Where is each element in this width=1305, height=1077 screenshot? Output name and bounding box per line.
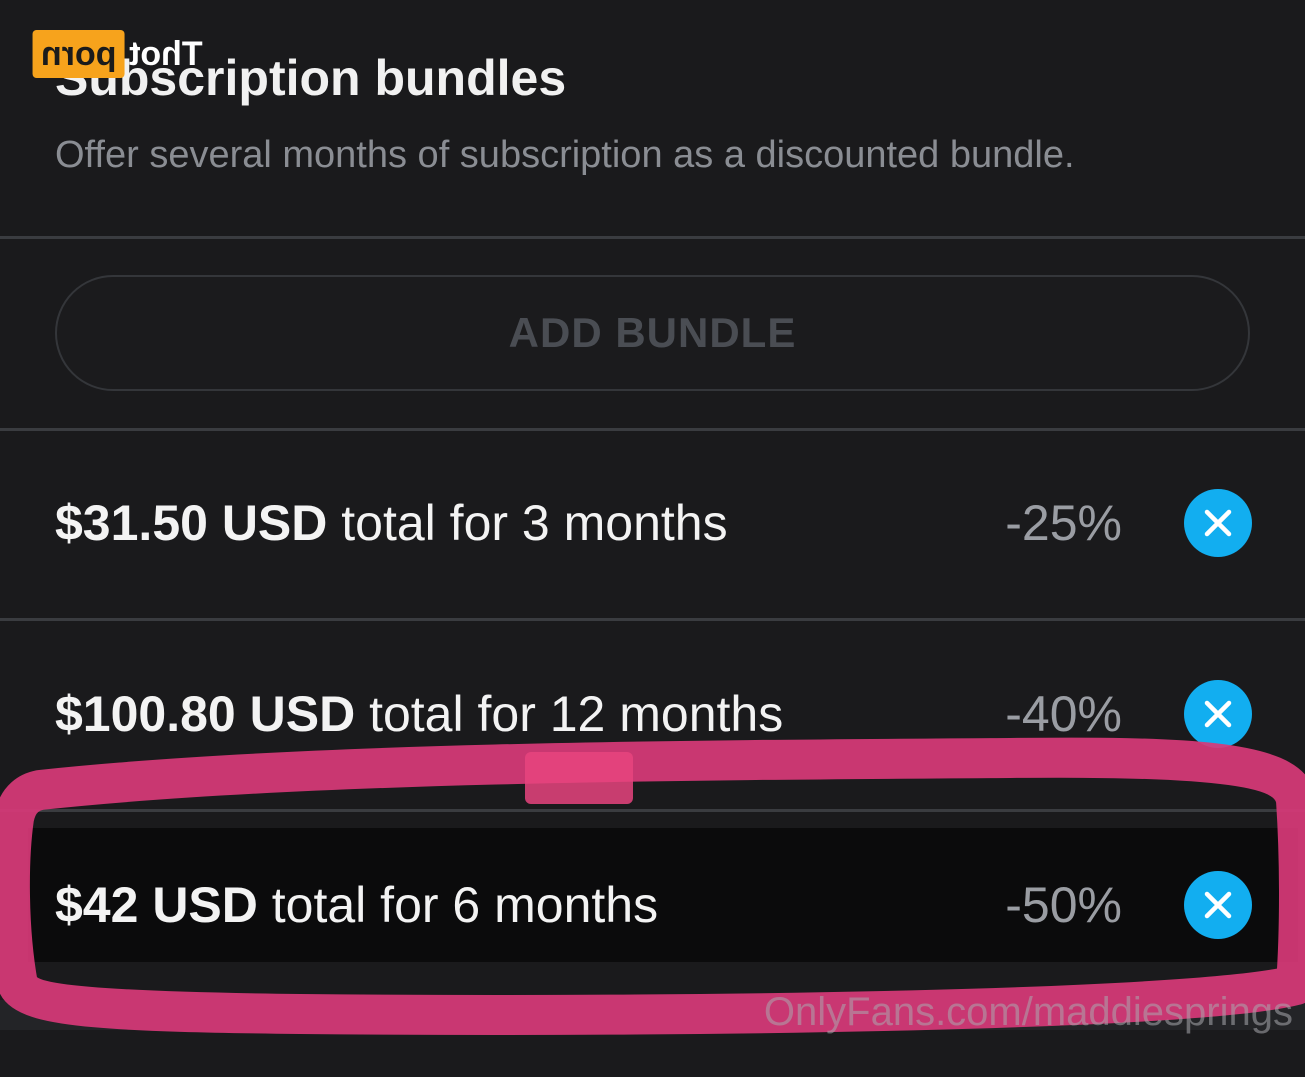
logo-box: porn [33, 30, 125, 78]
section-title: Subscription bundles [55, 50, 567, 106]
bundle-row: $31.50 USD total for 3 months -25% [0, 429, 1305, 617]
section-header: Subscription bundles Offer several month… [55, 40, 1255, 176]
bundle-discount: -50% [1005, 877, 1122, 933]
add-bundle-button[interactable]: ADD BUNDLE [55, 275, 1250, 391]
remove-bundle-button[interactable] [1184, 871, 1252, 939]
close-icon [1204, 891, 1232, 919]
bundle-term: total for 12 months [355, 686, 784, 742]
bundle-discount: -25% [1005, 495, 1122, 551]
bundle-description: $100.80 USD total for 12 months [55, 685, 783, 743]
add-bundle-container: ADD BUNDLE [55, 275, 1250, 391]
bundle-term: total for 3 months [327, 495, 728, 551]
close-icon [1204, 700, 1232, 728]
bundle-price: $100.80 USD [55, 686, 356, 742]
bundle-row: $42 USD total for 6 months -50% [0, 811, 1305, 999]
logo-text: Thot [128, 35, 203, 73]
remove-bundle-button[interactable] [1184, 680, 1252, 748]
bundle-price: $31.50 USD [55, 495, 328, 551]
bundle-price: $42 USD [55, 877, 258, 933]
section-subtitle: Offer several months of subscription as … [55, 134, 1075, 176]
bundle-term: total for 6 months [257, 877, 659, 933]
remove-bundle-button[interactable] [1184, 489, 1252, 557]
subscription-bundles-screen: Subscription bundles Offer several month… [0, 0, 1305, 1077]
close-icon [1204, 509, 1232, 537]
bundle-row: $100.80 USD total for 12 months -40% [0, 620, 1305, 808]
bundle-description: $42 USD total for 6 months [55, 876, 658, 934]
site-logo-watermark: porn Thot [33, 30, 202, 78]
site-watermark: OnlyFans.com/maddiesprings [763, 990, 1293, 1034]
bundle-description: $31.50 USD total for 3 months [55, 494, 728, 552]
divider [0, 236, 1305, 239]
bundle-discount: -40% [1005, 686, 1122, 742]
